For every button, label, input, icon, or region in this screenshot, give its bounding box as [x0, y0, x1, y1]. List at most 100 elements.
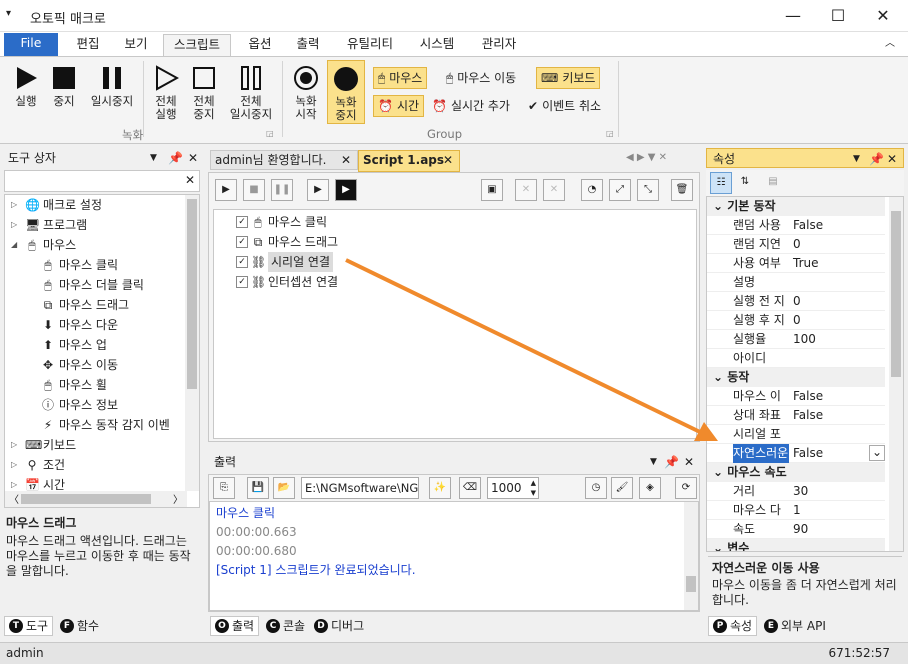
tab-file[interactable]: File [4, 33, 58, 56]
line-checkbox[interactable]: ✓ [236, 236, 248, 248]
dropdown-icon[interactable]: ▼ [853, 149, 860, 169]
tree-scrollbar[interactable] [185, 195, 199, 491]
tree-item[interactable]: ▷ ⌨ 키보드 [11, 435, 76, 455]
pause-all-button[interactable]: 전체 일시중지 [224, 63, 278, 121]
expand-icon[interactable]: ⤢ [609, 179, 631, 201]
line-checkbox[interactable]: ✓ [236, 276, 248, 288]
new-file-icon[interactable]: ⎘ [213, 477, 235, 499]
property-value[interactable]: 90 [793, 520, 808, 539]
pause-button[interactable]: 일시중지 [86, 63, 138, 108]
group-launcher-icon[interactable]: ◲ [606, 129, 614, 138]
property-row[interactable]: 실행율 100 [707, 330, 885, 349]
property-row[interactable]: 상대 좌표 False [707, 406, 885, 425]
expander-icon[interactable]: ▷ [11, 215, 21, 235]
step-icon[interactable]: ▶ [307, 179, 329, 201]
open-folder-icon[interactable]: 📂 [273, 477, 295, 499]
tab-close-icon[interactable]: ✕ [341, 151, 351, 169]
tab-welcome[interactable]: admin님 환영합니다. ✕ [210, 150, 358, 170]
tree-item[interactable]: ⬇ 마우스 다운 [41, 315, 118, 335]
chevron-down-icon[interactable]: ⌄ [713, 541, 727, 551]
dropdown-button-icon[interactable]: ⌄ [869, 445, 885, 461]
collapse-icon[interactable]: ⤡ [637, 179, 659, 201]
expander-icon[interactable]: ◢ [11, 235, 21, 255]
tree-item[interactable]: ⓘ 마우스 정보 [41, 395, 118, 415]
trash-icon[interactable]: 🗑 [671, 179, 693, 201]
panel-close-icon[interactable]: ✕ [887, 149, 897, 169]
property-row[interactable]: 아이디 [707, 349, 885, 368]
script-line[interactable]: ✓ ⛓ 인터셉션 연결 [236, 272, 338, 292]
property-category[interactable]: ⌄ 동작 [707, 368, 885, 387]
delete-all-icon[interactable]: ✕ [543, 179, 565, 201]
tab-debug[interactable]: D 디버그 [310, 616, 368, 636]
property-row[interactable]: 랜덤 지연 0 [707, 235, 885, 254]
timer-icon[interactable]: ◔ [581, 179, 603, 201]
tree-item[interactable]: 🖱 마우스 더블 클릭 [41, 275, 144, 295]
tree-item[interactable]: ⬆ 마우스 업 [41, 335, 107, 355]
tab-functions[interactable]: F 함수 [56, 616, 103, 636]
property-row[interactable]: 마우스 다 1 [707, 501, 885, 520]
maximize-button[interactable]: ☐ [815, 0, 861, 32]
system-menu-icon[interactable]: ▾ [6, 8, 11, 19]
property-value[interactable]: False [793, 216, 823, 235]
property-row[interactable]: 시리얼 포 [707, 425, 885, 444]
property-value[interactable]: 0 [793, 311, 801, 330]
tab-output[interactable]: 출력 [286, 34, 330, 56]
property-row[interactable]: 마우스 이 False [707, 387, 885, 406]
record-stop-button[interactable]: 녹화 중지 [327, 60, 365, 124]
eraser-icon[interactable]: ⌫ [459, 477, 481, 499]
stop-button[interactable]: 중지 [46, 63, 82, 108]
property-category[interactable]: ⌄ 기본 동작 [707, 197, 885, 216]
property-row[interactable]: 실행 후 지 0 [707, 311, 885, 330]
pin-icon[interactable]: 📌 [869, 149, 884, 169]
mouse-move-button[interactable]: 🖱 마우스 이동 [442, 67, 520, 89]
tree-item[interactable]: 🖱 마우스 클릭 [41, 255, 118, 275]
chevron-down-icon[interactable]: ⌄ [713, 370, 727, 384]
magic-wand-icon[interactable]: ✨ [429, 477, 451, 499]
pause-icon[interactable]: ❚❚ [271, 179, 293, 201]
line-checkbox[interactable]: ✓ [236, 216, 248, 228]
mouse-record-button[interactable]: 🖱 마우스 [373, 67, 428, 89]
line-checkbox[interactable]: ✓ [236, 256, 248, 268]
output-scrollbar[interactable] [684, 502, 698, 610]
paint-bucket-icon[interactable]: ◈ [639, 477, 661, 499]
property-pages-icon[interactable]: ▤ [762, 172, 784, 194]
tree-item[interactable]: 🖱 마우스 휠 [41, 375, 107, 395]
tab-nav-icons[interactable]: ◀ ▶ ▼ ✕ [626, 152, 667, 163]
tab-script1[interactable]: Script 1.aps ✕ [358, 150, 460, 172]
tab-output-panel[interactable]: O 출력 [210, 616, 260, 636]
toolbox-search-input[interactable]: ✕ [4, 170, 200, 192]
clock-icon[interactable]: ◷ [585, 477, 607, 499]
property-category[interactable]: ⌄ 변수 [707, 539, 885, 551]
tab-script[interactable]: 스크립트 [163, 34, 231, 56]
pin-icon[interactable]: 📌 [168, 148, 183, 168]
property-category[interactable]: ⌄ 마우스 속도 [707, 463, 885, 482]
tree-item[interactable]: ▷ 🌐 매크로 설정 [11, 195, 102, 215]
tab-edit[interactable]: 편집 [66, 34, 110, 56]
property-value[interactable]: 100 [793, 330, 816, 349]
realtime-add-button[interactable]: ⏰ 실시간 추가 [428, 95, 514, 117]
tab-options[interactable]: 옵션 [238, 34, 282, 56]
tree-item[interactable]: ▷ 🖥 프로그램 [11, 215, 87, 235]
image-icon[interactable]: ▣ [481, 179, 503, 201]
minimize-button[interactable]: — [770, 0, 816, 32]
stop-icon[interactable]: ■ [243, 179, 265, 201]
property-value[interactable]: 30 [793, 482, 808, 501]
tab-system[interactable]: 시스템 [410, 34, 464, 56]
sort-az-icon[interactable]: ⇅ [734, 172, 756, 194]
expander-icon[interactable]: ▷ [11, 435, 21, 455]
tab-admin[interactable]: 관리자 [472, 34, 526, 56]
keyboard-record-button[interactable]: ⌨ 키보드 [536, 67, 601, 89]
run-button[interactable]: 실행 [8, 63, 44, 108]
property-row[interactable]: 랜덤 사용 False [707, 216, 885, 235]
brush-icon[interactable]: 🖌 [611, 477, 633, 499]
tab-view[interactable]: 보기 [114, 34, 158, 56]
property-scrollbar[interactable] [889, 197, 903, 551]
tree-item[interactable]: ⚡ 마우스 동작 감지 이벤 [41, 415, 170, 435]
output-path-input[interactable]: E:\NGMsoftware\NG [301, 477, 419, 499]
property-value[interactable]: False [793, 444, 823, 463]
tree-item[interactable]: ✥ 마우스 이동 [41, 355, 118, 375]
property-value[interactable]: False [793, 406, 823, 425]
property-row[interactable]: 속도 90 [707, 520, 885, 539]
close-button[interactable]: ✕ [860, 0, 906, 32]
tab-external-api[interactable]: E 외부 API [760, 616, 830, 636]
